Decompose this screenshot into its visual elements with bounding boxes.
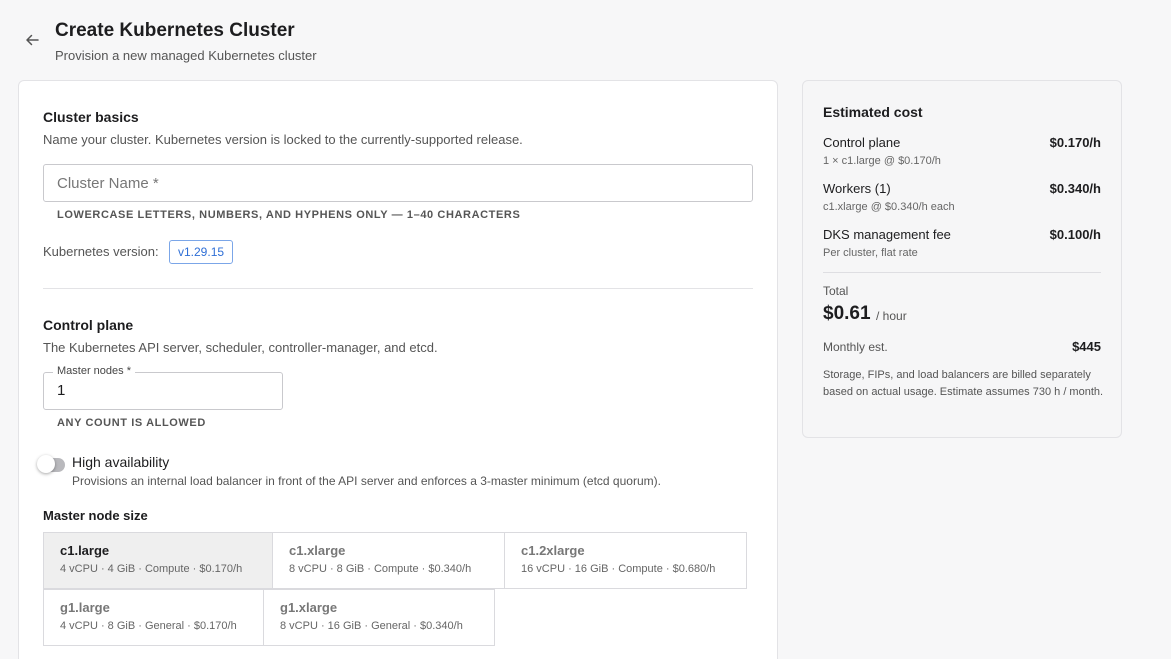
total-label: Total [823, 284, 849, 298]
cluster-basics-title: Cluster basics [43, 109, 139, 125]
cost-line-value: $0.340/h [1049, 181, 1101, 196]
total-unit: / hour [876, 309, 907, 323]
cost-line-label: Control plane [823, 135, 901, 150]
cluster-name-input[interactable] [43, 164, 753, 202]
size-option-spec: 4 vCPU · 4 GiB · Compute · $0.170/h [60, 563, 243, 575]
control-plane-description: The Kubernetes API server, scheduler, co… [43, 340, 438, 355]
cost-line-value: $0.100/h [1049, 227, 1101, 242]
kubernetes-version-badge: v1.29.15 [169, 240, 234, 264]
size-option-name: c1.2xlarge [521, 543, 585, 558]
monthly-estimate-value: $445 [1072, 339, 1101, 354]
toggle-knob [37, 455, 55, 473]
size-option-spec: 8 vCPU · 8 GiB · Compute · $0.340/h [289, 563, 472, 575]
size-option-c1-large[interactable]: c1.large 4 vCPU · 4 GiB · Compute · $0.1… [43, 532, 273, 589]
cost-line-label: DKS management fee [823, 227, 951, 242]
cluster-name-hint: Lowercase letters, numbers, and hyphens … [57, 209, 521, 221]
page-header: Create Kubernetes Cluster Provision a ne… [0, 0, 1171, 80]
high-availability-description: Provisions an internal load balancer in … [72, 474, 661, 488]
master-nodes-label: Master nodes * [53, 365, 135, 377]
cost-line-sub: c1.xlarge @ $0.340/h each [823, 201, 955, 213]
section-divider [43, 288, 753, 289]
page-subtitle: Provision a new managed Kubernetes clust… [55, 48, 317, 63]
page-title: Create Kubernetes Cluster [55, 20, 295, 41]
size-option-g1-xlarge[interactable]: g1.xlarge 8 vCPU · 16 GiB · General · $0… [263, 589, 495, 646]
master-nodes-input[interactable] [57, 382, 257, 399]
total-value: $0.61 [823, 303, 871, 324]
high-availability-title: High availability [72, 454, 170, 470]
size-option-spec: 16 vCPU · 16 GiB · Compute · $0.680/h [521, 563, 716, 575]
size-option-c1-xlarge[interactable]: c1.xlarge 8 vCPU · 8 GiB · Compute · $0.… [272, 532, 505, 589]
size-option-spec: 4 vCPU · 8 GiB · General · $0.170/h [60, 620, 237, 632]
control-plane-title: Control plane [43, 317, 134, 333]
size-option-name: c1.large [60, 543, 110, 558]
kubernetes-version-label: Kubernetes version: [43, 244, 159, 259]
back-button[interactable] [22, 30, 42, 50]
cost-line-value: $0.170/h [1049, 135, 1101, 150]
cost-title: Estimated cost [823, 104, 923, 120]
cost-line-sub: Per cluster, flat rate [823, 247, 918, 259]
master-nodes-field: Master nodes * [43, 365, 283, 410]
size-option-c1-2xlarge[interactable]: c1.2xlarge 16 vCPU · 16 GiB · Compute · … [504, 532, 747, 589]
cost-line-sub: 1 × c1.large @ $0.170/h [823, 155, 941, 167]
size-option-name: g1.xlarge [280, 600, 338, 615]
cost-line-label: Workers (1) [823, 181, 891, 196]
cost-note: Storage, FIPs, and load balancers are bi… [823, 369, 1104, 398]
size-option-name: c1.xlarge [289, 543, 346, 558]
master-nodes-hint: Any count is allowed [57, 417, 206, 429]
monthly-estimate-label: Monthly est. [823, 340, 888, 354]
size-option-spec: 8 vCPU · 16 GiB · General · $0.340/h [280, 620, 463, 632]
estimated-cost-card: Estimated cost Control plane $0.170/h 1 … [802, 80, 1122, 438]
cost-divider [823, 272, 1101, 273]
size-option-g1-large[interactable]: g1.large 4 vCPU · 8 GiB · General · $0.1… [43, 589, 264, 646]
size-option-name: g1.large [60, 600, 110, 615]
cluster-basics-description: Name your cluster. Kubernetes version is… [43, 132, 523, 147]
master-node-size-title: Master node size [43, 508, 148, 523]
cluster-form-card: Cluster basics Name your cluster. Kubern… [18, 80, 778, 659]
high-availability-toggle[interactable] [37, 455, 65, 473]
arrow-left-icon [26, 34, 39, 46]
